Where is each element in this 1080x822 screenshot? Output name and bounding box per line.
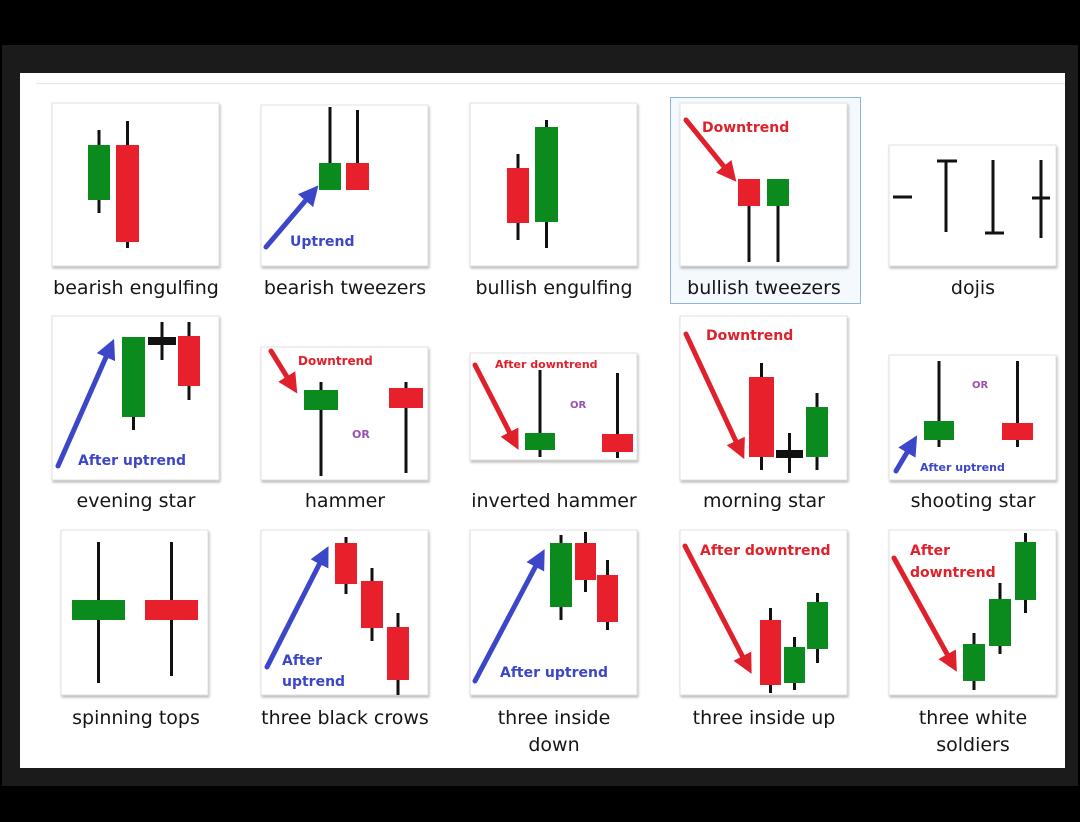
annotation-downtrend: downtrend: [910, 565, 996, 581]
label-line: down: [528, 734, 580, 756]
file-label-bullish-tweezers[interactable]: bullish tweezers: [664, 275, 864, 302]
candle-body: [304, 390, 338, 410]
candle-body: [72, 600, 125, 620]
candle-body: [88, 145, 110, 200]
candle-body: [525, 433, 555, 450]
candle-body: [361, 581, 383, 628]
candle-body: [335, 543, 357, 584]
candle-body: [387, 627, 409, 680]
candle-body: [767, 179, 789, 206]
annotation-downtrend: Downtrend: [702, 120, 789, 136]
or-text: OR: [570, 400, 587, 411]
file-label-three-inside-down[interactable]: three inside down: [454, 705, 654, 759]
candle-body: [148, 337, 176, 345]
file-label-hammer[interactable]: hammer: [245, 488, 445, 515]
label-line: soldiers: [936, 734, 1010, 756]
candle-body: [389, 388, 423, 408]
file-label-bearish-tweezers[interactable]: bearish tweezers: [245, 275, 445, 302]
file-label-bullish-engulfing[interactable]: bullish engulfing: [454, 275, 654, 302]
candle-body: [760, 620, 781, 685]
candle-body: [178, 336, 200, 386]
annotation-after-uptrend: After uptrend: [500, 665, 608, 681]
annotation-after-downtrend: After downtrend: [495, 358, 598, 371]
candle-body: [122, 337, 145, 417]
file-label-spinning-tops[interactable]: spinning tops: [36, 705, 236, 732]
candle-bearish: [749, 363, 774, 470]
candle-body: [145, 600, 198, 620]
candle-body: [924, 421, 954, 440]
candle-body: [738, 179, 760, 206]
thumbnail-canvas: Uptrend Downtrend After uptrend Downtren…: [51, 102, 1057, 696]
candle-body: [749, 377, 774, 457]
candle-bullish: [122, 337, 145, 430]
file-label-three-inside-up[interactable]: three inside up: [664, 705, 864, 732]
candle-body: [319, 163, 341, 190]
candle-body: [507, 168, 529, 223]
thumbnail-dojis[interactable]: [888, 144, 1057, 267]
file-label-dojis[interactable]: dojis: [873, 275, 1073, 302]
annotation-uptrend: Uptrend: [290, 234, 354, 250]
candle-body: [963, 644, 985, 681]
or-text: OR: [352, 428, 370, 441]
candle-body: [550, 543, 572, 607]
file-label-morning-star[interactable]: morning star: [664, 488, 864, 515]
file-label-three-black-crows[interactable]: three black crows: [245, 705, 445, 732]
file-label-three-white-soldiers[interactable]: three white soldiers: [873, 705, 1073, 759]
annotation-after-downtrend: After downtrend: [700, 543, 831, 559]
candle-body: [1002, 423, 1033, 440]
annotation-after: After: [910, 543, 950, 559]
label-line: three white: [918, 707, 1028, 729]
candle-body: [807, 602, 828, 649]
or-text: OR: [972, 380, 989, 391]
candle-body: [535, 127, 558, 222]
candle-bearish: [760, 608, 781, 693]
annotation-uptrend: uptrend: [282, 674, 345, 690]
candle-body: [575, 543, 596, 580]
candle-body: [602, 434, 633, 452]
candle-body: [116, 145, 139, 242]
candle-body: [1015, 542, 1036, 600]
annotation-after-uptrend: After uptrend: [78, 453, 186, 469]
candle-body: [806, 407, 828, 457]
label-line: three inside: [497, 707, 611, 729]
candle-body: [989, 599, 1011, 646]
candle-body: [784, 647, 805, 683]
candle-body: [346, 163, 369, 190]
file-label-bearish-engulfing[interactable]: bearish engulfing: [36, 275, 236, 302]
annotation-after: After: [282, 653, 322, 669]
file-label-evening-star[interactable]: evening star: [36, 488, 236, 515]
file-label-shooting-star[interactable]: shooting star: [873, 488, 1073, 515]
annotation-downtrend: Downtrend: [298, 354, 373, 368]
annotation-downtrend: Downtrend: [706, 328, 793, 344]
candle-body: [776, 450, 803, 458]
annotation-after-uptrend: After uptrend: [920, 461, 1005, 474]
candle-body: [597, 575, 618, 622]
file-label-inverted-hammer[interactable]: inverted hammer: [454, 488, 654, 515]
